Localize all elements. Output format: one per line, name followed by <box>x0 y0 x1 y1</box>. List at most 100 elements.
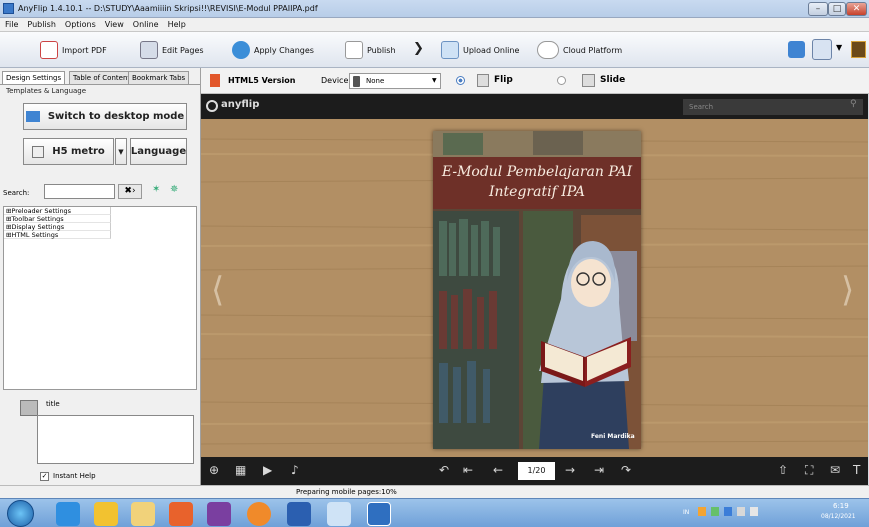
menu-view[interactable]: View <box>100 18 128 29</box>
apply-changes-button[interactable]: Apply Changes <box>232 41 314 59</box>
minimize-button[interactable]: – <box>808 2 828 16</box>
edit-pages-label: Edit Pages <box>162 45 204 55</box>
word-icon[interactable] <box>287 502 311 526</box>
book-author: Feni Mardika <box>591 433 635 440</box>
flip-icon <box>477 74 489 87</box>
play-icon[interactable]: ▶ <box>263 463 272 477</box>
viewer-top-bar: anyflip Search ⚲ <box>201 94 868 119</box>
next-page-icon[interactable]: → <box>565 463 575 477</box>
tab-bookmark-tabs[interactable]: Bookmark Tabs <box>128 71 190 84</box>
tray-icon-3[interactable] <box>724 507 732 516</box>
chevron-right-icon: ❯ <box>413 41 424 56</box>
upload-icon <box>441 41 459 59</box>
view-dropdown-icon[interactable]: ▼ <box>836 43 842 52</box>
search-icon[interactable]: ⚲ <box>850 99 857 109</box>
cloud-platform-button[interactable]: Cloud Platform <box>537 41 622 59</box>
menu-file[interactable]: File <box>0 18 22 29</box>
desktop-view-icon[interactable] <box>788 41 805 58</box>
publish-button[interactable]: Publish <box>345 41 396 59</box>
internet-explorer-icon[interactable] <box>56 502 80 526</box>
help-text-area[interactable] <box>37 415 194 464</box>
settings-search-input[interactable] <box>44 184 115 199</box>
tree-item-html[interactable]: ⊞HTML Settings <box>4 231 111 239</box>
flip-radio[interactable] <box>456 76 465 85</box>
viewer-bottom-bar: ⊕ ▦ ▶ ♪ ↶ ⇤ ← 1/20 → ⇥ ↷ ⇧ ⛶ ✉ T <box>201 457 868 485</box>
upload-online-label: Upload Online <box>463 45 520 55</box>
collapse-all-icon[interactable]: ✵ <box>170 184 178 195</box>
device-select[interactable]: None ▼ <box>349 73 441 89</box>
upload-online-button[interactable]: Upload Online <box>441 41 519 59</box>
switch-desktop-button[interactable]: Switch to desktop mode <box>23 103 187 130</box>
page-number-input[interactable]: 1/20 <box>518 462 555 480</box>
search-label: Search: <box>3 189 30 197</box>
tablet-view-icon[interactable] <box>812 39 832 60</box>
fullscreen-icon[interactable]: ⛶ <box>805 463 813 477</box>
tree-item-display[interactable]: ⊞Display Settings <box>4 223 111 231</box>
media-player-icon[interactable] <box>169 502 193 526</box>
slide-label: Slide <box>600 75 626 85</box>
status-text: Preparing mobile pages:10% <box>296 488 397 496</box>
tray-icon-2[interactable] <box>711 507 719 516</box>
volume-icon[interactable] <box>750 507 758 516</box>
device-value: None <box>366 77 385 85</box>
file-explorer-icon[interactable] <box>131 502 155 526</box>
previous-page-icon[interactable]: ← <box>493 463 503 477</box>
slide-radio[interactable] <box>557 76 566 85</box>
import-pdf-button[interactable]: Import PDF <box>40 41 107 59</box>
template-select[interactable]: H5 metro <box>23 138 114 165</box>
tray-icon-1[interactable] <box>698 507 706 516</box>
edit-pages-button[interactable]: Edit Pages <box>140 41 204 59</box>
text-icon[interactable]: T <box>853 463 860 477</box>
share-icon[interactable]: ⇧ <box>778 463 788 477</box>
settings-tree: ⊞Preloader Settings ⊞Toolbar Settings ⊞D… <box>3 206 197 390</box>
theme-icon[interactable] <box>851 41 866 58</box>
system-tray <box>698 507 808 519</box>
clear-search-icon[interactable]: ✖› <box>118 184 142 199</box>
maximize-button[interactable]: □ <box>828 2 846 16</box>
language-indicator[interactable]: IN <box>683 509 689 516</box>
menu-online[interactable]: Online <box>128 18 163 29</box>
design-settings-panel: Design Settings Table of Contents Bookma… <box>0 68 201 485</box>
viewer-search-input[interactable]: Search <box>683 99 863 115</box>
instant-help-checkbox[interactable]: ✓ <box>40 472 49 481</box>
paint-icon[interactable] <box>327 502 351 526</box>
email-icon[interactable]: ✉ <box>830 463 840 477</box>
prev-page-arrow-icon[interactable]: ⟨ <box>211 270 224 310</box>
templates-language-label: Templates & Language <box>6 87 87 95</box>
instant-help-label: Instant Help <box>53 472 96 480</box>
anyflip-taskbar-icon[interactable] <box>367 502 391 526</box>
video-icon[interactable] <box>207 502 231 526</box>
template-dropdown-button[interactable]: ▼ <box>115 138 127 165</box>
last-page-icon[interactable]: ⇥ <box>594 463 604 477</box>
tree-item-toolbar[interactable]: ⊞Toolbar Settings <box>4 215 111 223</box>
next-page-arrow-icon[interactable]: ⟩ <box>841 270 854 310</box>
device-label: Device: <box>321 76 352 85</box>
tab-design-settings[interactable]: Design Settings <box>2 71 66 85</box>
menu-publish[interactable]: Publish <box>22 18 60 29</box>
menu-help[interactable]: Help <box>163 18 190 29</box>
network-icon[interactable] <box>737 507 745 516</box>
start-button[interactable] <box>7 500 34 527</box>
chrome-icon[interactable] <box>94 502 118 526</box>
tree-item-preloader[interactable]: ⊞Preloader Settings <box>4 207 111 215</box>
zoom-in-icon[interactable]: ⊕ <box>209 463 219 477</box>
window-title: AnyFlip 1.4.10.1 -- D:\STUDY\Aaamiiiin S… <box>18 4 318 13</box>
expand-all-icon[interactable]: ✶ <box>152 184 160 195</box>
clock-time: 6:19 <box>833 502 849 510</box>
pdf-icon <box>40 41 58 59</box>
language-button[interactable]: Language <box>130 138 187 165</box>
thumbnails-icon[interactable]: ▦ <box>235 463 246 477</box>
flipbook-preview: anyflip Search ⚲ ⟨ ⟩ E-Modul Pembelajara… <box>201 94 868 485</box>
sound-icon[interactable]: ♪ <box>291 463 299 477</box>
browser-icon[interactable] <box>247 502 271 526</box>
monitor-icon <box>25 111 40 122</box>
first-page-icon[interactable]: ⇤ <box>463 463 473 477</box>
preview-toolbar: HTML5 Version Device: None ▼ Flip Slide <box>201 68 869 94</box>
template-icon <box>32 145 45 158</box>
forward-arrow-icon[interactable]: ↷ <box>621 463 631 477</box>
close-button[interactable]: ✕ <box>846 2 867 16</box>
share-arrow-icon[interactable]: ↶ <box>439 463 449 477</box>
html5-version-label: HTML5 Version <box>228 76 296 85</box>
book-cover[interactable]: E-Modul Pembelajaran PAI Integratif IPA … <box>433 131 641 449</box>
menu-options[interactable]: Options <box>60 18 100 29</box>
